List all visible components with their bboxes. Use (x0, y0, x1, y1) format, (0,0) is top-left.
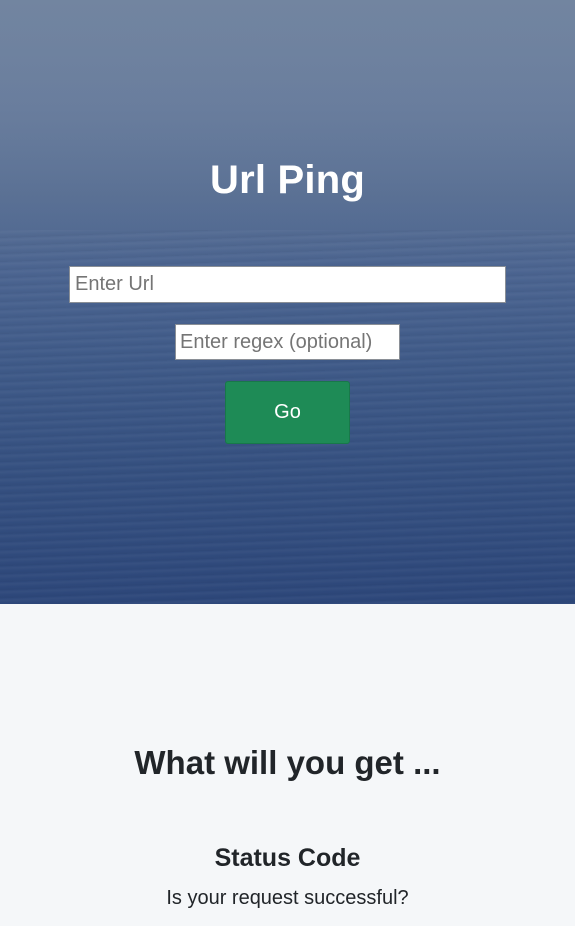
url-input[interactable] (69, 266, 506, 303)
page-title: Url Ping (210, 158, 365, 202)
features-heading: What will you get ... (134, 744, 441, 781)
hero-section: Url Ping Go (0, 0, 575, 604)
feature-description-status-code: Is your request successful? (166, 887, 409, 909)
hero-content: Url Ping Go (0, 0, 575, 604)
features-section: What will you get ... Status Code Is you… (0, 604, 575, 926)
feature-title-status-code: Status Code (214, 844, 361, 872)
go-button[interactable]: Go (225, 381, 350, 444)
regex-input[interactable] (175, 324, 400, 360)
